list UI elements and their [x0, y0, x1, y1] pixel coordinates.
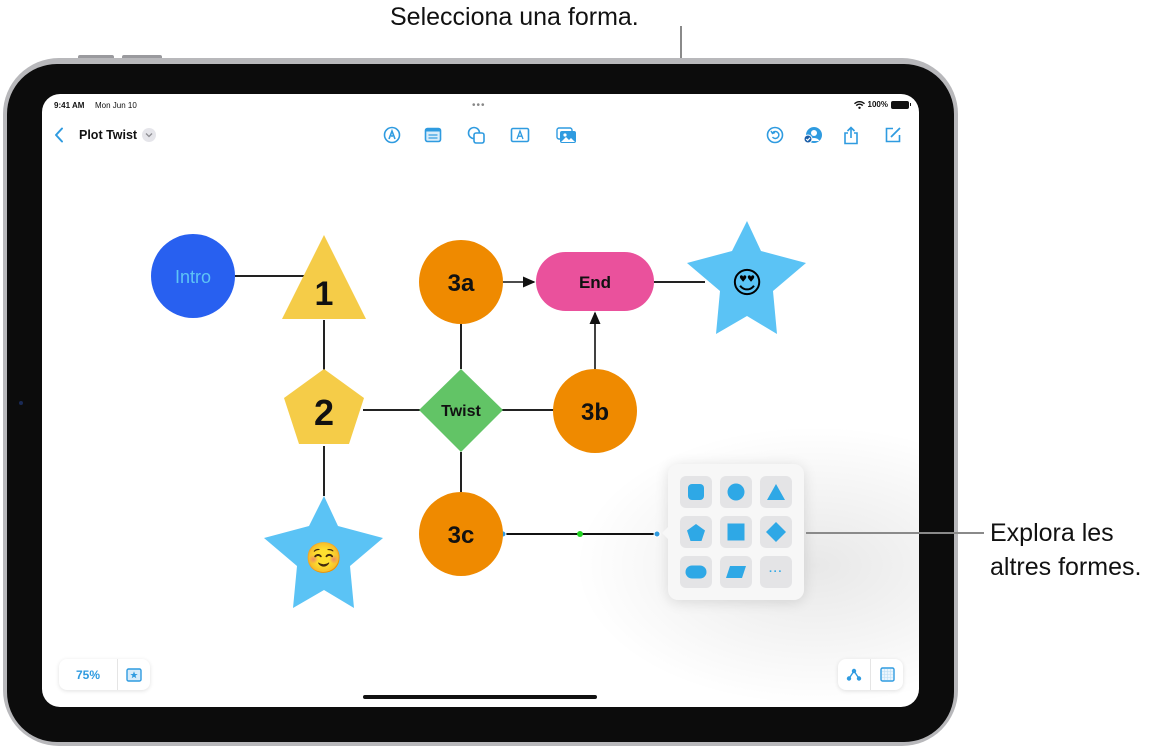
shape-parallelogram[interactable]: [720, 556, 752, 588]
connection-nodes-icon: [846, 668, 862, 681]
home-indicator[interactable]: [363, 695, 597, 699]
capsule-icon: [685, 565, 707, 579]
node-star-smile-emoji: ☺️: [305, 541, 342, 575]
view-controls: [838, 659, 903, 690]
grid-toggle-button[interactable]: [871, 659, 903, 690]
shape-pentagon[interactable]: [680, 516, 712, 548]
node-star-love[interactable]: 😍: [687, 221, 806, 334]
node-3b-label: 3b: [581, 399, 609, 426]
camera-dot: [19, 401, 23, 405]
connector-handle-end[interactable]: [653, 530, 661, 538]
zoom-level-button[interactable]: 75%: [59, 668, 117, 682]
shape-circle[interactable]: [720, 476, 752, 508]
node-1-label: 1: [315, 275, 334, 313]
triangle-icon: [767, 484, 785, 500]
callout-line-right: [806, 532, 984, 534]
shape-triangle[interactable]: [760, 476, 792, 508]
shape-picker-popover: ···: [662, 464, 804, 600]
parallelogram-icon: [726, 566, 746, 578]
circle-icon: [727, 483, 745, 501]
node-twist-label: Twist: [441, 403, 481, 420]
node-intro-label: Intro: [175, 267, 211, 287]
node-3c[interactable]: 3c: [419, 492, 503, 576]
shape-more[interactable]: ···: [760, 556, 792, 588]
shape-capsule[interactable]: [680, 556, 712, 588]
node-2[interactable]: 2: [284, 369, 364, 444]
node-3a[interactable]: 3a: [419, 240, 503, 324]
connector-handle-mid[interactable]: [577, 531, 583, 537]
grid-icon: [879, 667, 895, 682]
node-3a-label: 3a: [448, 270, 475, 297]
square-icon: [727, 523, 745, 541]
node-twist[interactable]: Twist: [419, 369, 503, 452]
ipad-screen: 9:41 AM Mon Jun 10 ••• 100% Plot Twist I…: [42, 94, 919, 707]
popover-arrow: [662, 526, 669, 540]
node-intro[interactable]: Intro: [151, 234, 235, 318]
shape-square[interactable]: [720, 516, 752, 548]
node-3b[interactable]: 3b: [553, 369, 637, 453]
node-3c-label: 3c: [448, 522, 475, 549]
favorites-button[interactable]: [118, 659, 150, 690]
connection-mode-button[interactable]: [838, 659, 870, 690]
ellipsis-icon: ···: [769, 566, 783, 578]
callout-explore-shapes-2: altres formes.: [990, 553, 1142, 581]
pentagon-icon: [687, 523, 705, 541]
board-canvas[interactable]: Intro 1 2 ☺️ 3a Twist 3c End 3b 😍: [42, 94, 919, 707]
node-star-smile[interactable]: ☺️: [264, 496, 383, 608]
zoom-controls: 75%: [59, 659, 150, 690]
shape-diamond[interactable]: [760, 516, 792, 548]
shape-rounded-square[interactable]: [680, 476, 712, 508]
star-box-icon: [126, 667, 142, 682]
node-star-love-emoji: 😍: [731, 267, 762, 300]
node-2-label: 2: [314, 392, 334, 433]
callout-explore-shapes-1: Explora les: [990, 519, 1114, 547]
diamond-icon: [766, 522, 786, 542]
rounded-square-icon: [688, 484, 704, 500]
node-end-label: End: [579, 273, 611, 292]
callout-select-shape: Selecciona una forma.: [390, 3, 639, 31]
node-end[interactable]: End: [536, 252, 654, 311]
